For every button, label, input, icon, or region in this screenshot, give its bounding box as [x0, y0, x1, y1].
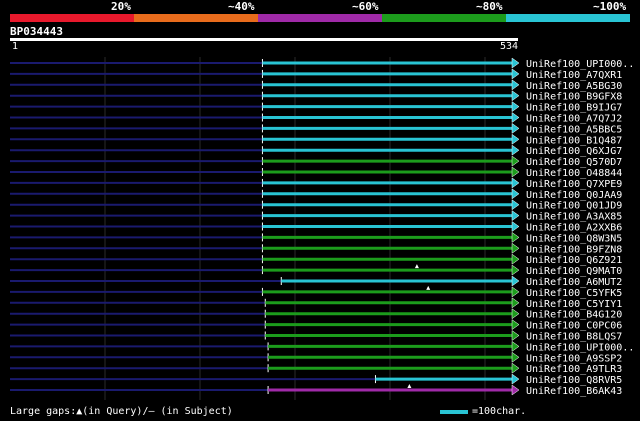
hit-arrow — [511, 275, 520, 287]
hit-arrow — [511, 79, 520, 91]
hit-arrow — [511, 199, 520, 211]
hit-label[interactable]: UniRef100_A5BG30 — [526, 81, 622, 92]
hit-arrow — [511, 319, 520, 331]
hit-arrow — [511, 231, 520, 243]
gap-marker-icon — [407, 384, 412, 388]
hit-label[interactable]: UniRef100_Q6Z921 — [526, 255, 622, 266]
hit-label[interactable]: UniRef100_C0PC06 — [526, 321, 622, 332]
hit-label[interactable]: UniRef100_Q8W3N5 — [526, 233, 622, 244]
hit-label[interactable]: UniRef100_B9IJG7 — [526, 103, 622, 114]
hit-label[interactable]: UniRef100_A5BBC5 — [526, 124, 622, 135]
hit-label[interactable]: UniRef100_A9TLR3 — [526, 364, 622, 375]
hit-arrow — [511, 112, 520, 123]
hit-arrow — [511, 101, 520, 113]
hit-arrow — [511, 57, 520, 69]
hit-label[interactable]: UniRef100_A7QXR1 — [526, 70, 622, 81]
hit-label[interactable]: UniRef100_Q6XJG7 — [526, 146, 622, 157]
hit-arrow — [511, 384, 520, 396]
hit-arrow — [511, 253, 520, 265]
gaps-legend: Large gaps:▲(in Query)/– (in Subject) — [10, 406, 233, 417]
alignment-plot: UniRef100_UPI000..UniRef100_A7QXR1UniRef… — [10, 57, 634, 400]
hit-label[interactable]: UniRef100_B8LQS7 — [526, 332, 622, 343]
hit-arrow — [511, 166, 520, 178]
hit-arrow — [511, 68, 520, 80]
hit-arrow — [511, 242, 520, 254]
scale-bar — [440, 410, 468, 414]
hit-arrow — [511, 351, 520, 363]
scale-label: =100char. — [472, 406, 527, 417]
hit-label[interactable]: UniRef100_UPI000.. — [526, 59, 634, 70]
hit-label[interactable]: UniRef100_C5YIY1 — [526, 299, 622, 310]
hit-arrow — [511, 308, 520, 320]
gap-marker-icon — [414, 264, 419, 269]
hit-label[interactable]: UniRef100_B1Q487 — [526, 135, 622, 146]
hit-arrow — [511, 362, 520, 374]
hit-arrow — [511, 155, 520, 167]
hit-label[interactable]: UniRef100_UPI000.. — [526, 342, 634, 353]
hit-arrow — [511, 340, 520, 352]
hit-label[interactable]: UniRef100_B9GFX8 — [526, 92, 622, 103]
hit-arrow — [511, 297, 520, 309]
hit-label[interactable]: UniRef100_O48844 — [526, 168, 622, 179]
gap-marker-icon — [426, 285, 431, 290]
hit-label[interactable]: UniRef100_A2XXB6 — [526, 223, 622, 234]
hit-arrow — [511, 177, 520, 189]
hit-arrow — [511, 90, 520, 102]
hit-arrow — [511, 373, 520, 385]
hit-arrow — [511, 264, 520, 276]
hit-label[interactable]: UniRef100_Q7XPE9 — [526, 179, 622, 190]
hit-label[interactable]: UniRef100_B6AK43 — [526, 386, 622, 397]
hit-label[interactable]: UniRef100_A3AX85 — [526, 212, 622, 223]
hit-arrow — [511, 286, 520, 298]
hit-label[interactable]: UniRef100_A7Q7J2 — [526, 114, 622, 125]
hit-arrow — [511, 221, 520, 232]
hit-label[interactable]: UniRef100_C5YFK5 — [526, 288, 622, 299]
hit-arrow — [511, 122, 520, 134]
hit-arrow — [511, 144, 520, 156]
hit-label[interactable]: UniRef100_Q8RVR5 — [526, 375, 622, 386]
hit-label[interactable]: UniRef100_Q9MAT0 — [526, 266, 622, 277]
hit-label[interactable]: UniRef100_B4G120 — [526, 310, 622, 321]
hit-arrow — [511, 330, 520, 341]
hit-label[interactable]: UniRef100_Q01JD9 — [526, 201, 622, 212]
hit-label[interactable]: UniRef100_Q0JAA9 — [526, 190, 622, 201]
hit-arrow — [511, 133, 520, 145]
hit-arrow — [511, 188, 520, 200]
hit-arrow — [511, 210, 520, 222]
hit-label[interactable]: UniRef100_A6MUT2 — [526, 277, 622, 288]
hit-label[interactable]: UniRef100_B9FZN8 — [526, 244, 622, 255]
hit-label[interactable]: UniRef100_A9SSP2 — [526, 353, 622, 364]
hit-label[interactable]: UniRef100_Q570D7 — [526, 157, 622, 168]
